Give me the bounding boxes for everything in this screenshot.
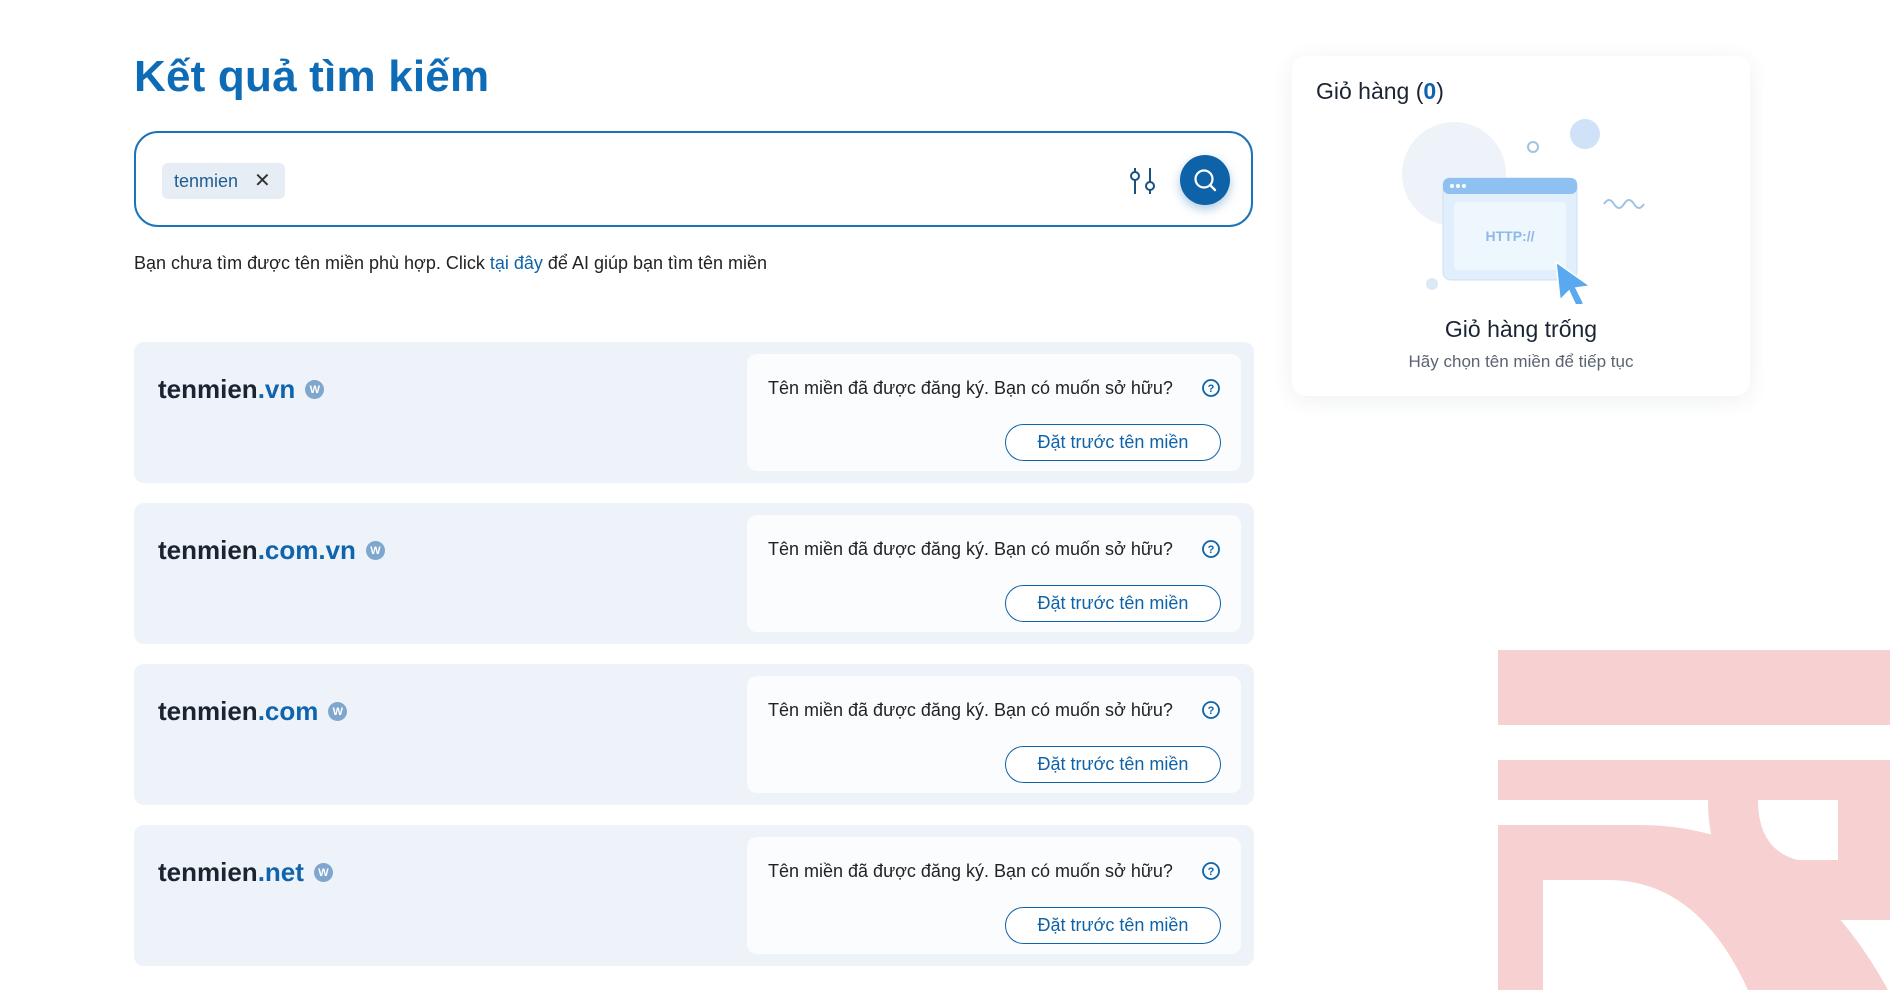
domain-base: tenmien [158,374,258,404]
search-chip: tenmien ✕ [162,163,285,199]
domain-base: tenmien [158,696,258,726]
cart-empty-title: Giỏ hàng trống [1444,316,1598,342]
domain-extension: .net [257,857,304,887]
svg-text:?: ? [1208,544,1215,556]
whois-badge-icon[interactable]: W [365,541,385,560]
domain-status-text: Tên miền đã được đăng ký. Bạn có muốn sở… [768,700,1173,720]
domain-result-card: tenmien.vn W Tên miền đã được đăng ký. B… [134,342,1254,483]
preorder-domain-button[interactable]: Đặt trước tên miền [1005,746,1221,783]
domain-base: tenmien [158,857,258,887]
domain-name: tenmien.vn W [158,374,325,405]
domain-status-panel: Tên miền đã được đăng ký. Bạn có muốn sở… [747,354,1241,471]
preorder-domain-button[interactable]: Đặt trước tên miền [1005,907,1221,944]
preorder-domain-button[interactable]: Đặt trước tên miền [1005,424,1221,461]
preorder-domain-button[interactable]: Đặt trước tên miền [1005,585,1221,622]
whois-badge-icon[interactable]: W [305,380,325,399]
search-button[interactable] [1180,155,1230,205]
illustration-text: HTTP:// [1486,228,1535,244]
page-title: Kết quả tìm kiếm [134,52,490,101]
ai-search-hint: Bạn chưa tìm được tên miền phù hợp. Clic… [134,253,767,274]
domain-result-card: tenmien.com.vn W Tên miền đã được đăng k… [134,503,1254,644]
help-icon[interactable]: ? [1201,700,1221,720]
domain-search-box[interactable]: tenmien ✕ [134,131,1253,227]
domain-status-text: Tên miền đã được đăng ký. Bạn có muốn sở… [768,378,1173,398]
empty-cart-illustration: HTTP:// [1402,119,1645,304]
cart-title: Giỏ hàng (0) [1316,78,1444,105]
help-icon[interactable]: ? [1201,861,1221,881]
domain-extension: .com [257,696,319,726]
cart-empty-subtitle: Hãy chọn tên miền để tiếp tục [1408,352,1634,371]
cart-title-label: Giỏ hàng ( [1316,78,1424,104]
domain-status-panel: Tên miền đã được đăng ký. Bạn có muốn sở… [747,515,1241,632]
sliders-icon[interactable] [1128,165,1158,197]
cart-count: 0 [1423,78,1437,104]
brand-watermark-logo [1498,650,1890,990]
search-icon [1194,169,1217,192]
domain-extension: .com.vn [257,535,356,565]
cart-panel: Giỏ hàng (0) HTTP:// Giỏ hàng trống Hãy … [1292,56,1750,396]
help-icon[interactable]: ? [1201,378,1221,398]
domain-name: tenmien.com W [158,696,348,727]
hint-suffix: để AI giúp bạn tìm tên miền [542,253,768,273]
domain-base: tenmien [158,535,258,565]
svg-text:?: ? [1208,866,1215,878]
chip-remove-icon[interactable]: ✕ [254,171,271,191]
search-chip-label: tenmien [174,170,239,191]
svg-text:?: ? [1208,383,1215,395]
domain-result-card: tenmien.com W Tên miền đã được đăng ký. … [134,664,1254,805]
domain-status-panel: Tên miền đã được đăng ký. Bạn có muốn sở… [747,676,1241,793]
domain-name: tenmien.com.vn W [158,535,385,566]
cart-title-close: ) [1436,78,1444,104]
domain-extension: .vn [257,374,296,404]
domain-status-text: Tên miền đã được đăng ký. Bạn có muốn sở… [768,861,1173,881]
domain-status-panel: Tên miền đã được đăng ký. Bạn có muốn sở… [747,837,1241,954]
domain-status-text: Tên miền đã được đăng ký. Bạn có muốn sở… [768,539,1173,559]
ai-search-link[interactable]: tại đây [490,253,543,273]
hint-prefix: Bạn chưa tìm được tên miền phù hợp. Clic… [134,253,490,273]
whois-badge-icon[interactable]: W [328,702,348,721]
domain-result-card: tenmien.net W Tên miền đã được đăng ký. … [134,825,1254,966]
domain-name: tenmien.net W [158,857,333,888]
whois-badge-icon[interactable]: W [313,863,333,882]
svg-text:?: ? [1208,705,1215,717]
help-icon[interactable]: ? [1201,539,1221,559]
